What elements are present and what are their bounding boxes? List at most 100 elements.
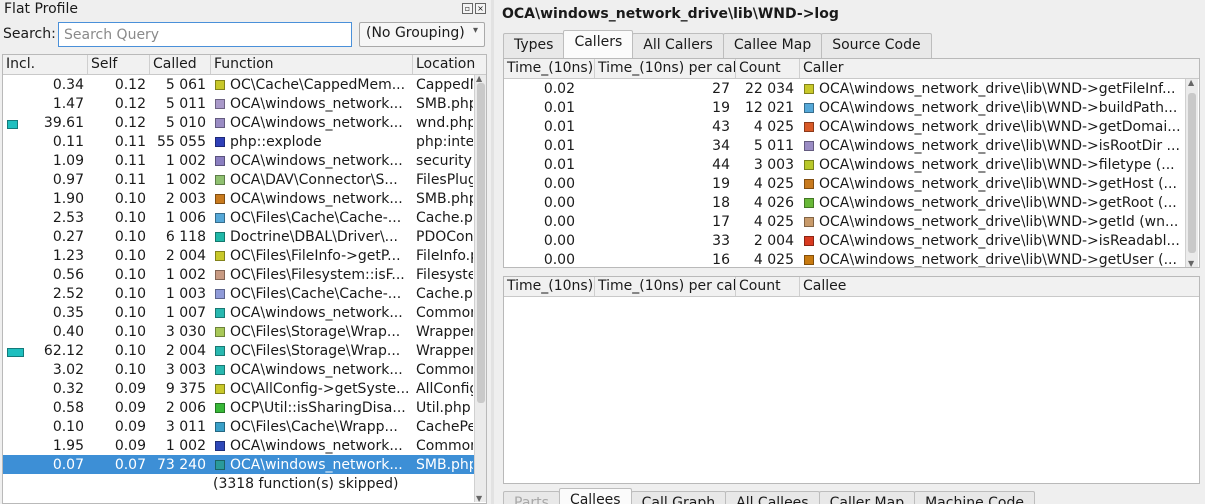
close-dock-button[interactable]: × <box>475 3 486 14</box>
table-row[interactable]: 62.12 0.10 2 004 OC\Files\Storage\Wrap... Wr… <box>3 341 486 360</box>
scroll-up-icon[interactable]: ▲ <box>476 74 482 83</box>
pane-splitter[interactable] <box>491 0 494 504</box>
time-per-call-cell: 34 <box>712 137 730 154</box>
tab-all-callees[interactable]: All Callees <box>725 491 820 504</box>
incl-cell: 0.35 <box>3 305 88 321</box>
caller-cell: OCA\windows_network_drive\lib\WND->getFi… <box>800 81 1184 97</box>
scroll-up-icon[interactable]: ▲ <box>1188 78 1194 87</box>
table-row[interactable]: 0.00 19 4 025 OCA\windows_network_drive\lib… <box>504 174 1199 193</box>
table-row[interactable]: 0.34 0.12 5 061 OC\Cache\CappedMem... Capped… <box>3 75 486 94</box>
incl-value: 1.95 <box>52 437 84 454</box>
function-cell: Doctrine\DBAL\Driver\... <box>211 229 413 245</box>
table-row[interactable]: 0.32 0.09 9 375 OC\AllConfig->getSyste... Al… <box>3 379 486 398</box>
tab-all-callers[interactable]: All Callers <box>632 33 724 58</box>
search-input[interactable] <box>58 22 352 47</box>
tab-caller-map[interactable]: Caller Map <box>818 491 916 504</box>
count-cell: 3 003 <box>753 156 794 173</box>
callers-scrollbar[interactable]: ▲ ▼ <box>1185 78 1198 268</box>
incl-cell: 1.23 <box>3 248 88 264</box>
column-header-function[interactable]: Function <box>211 55 413 74</box>
tab-types[interactable]: Types <box>503 33 565 58</box>
callers-table[interactable]: Time_(10ns) Time_(10ns) per call Count C… <box>503 58 1200 268</box>
tab-callers[interactable]: Callers <box>563 30 634 58</box>
tab-machine-code[interactable]: Machine Code <box>914 491 1035 504</box>
table-row[interactable]: 3.02 0.10 3 003 OCA\windows_network... Commo… <box>3 360 486 379</box>
column-header-self[interactable]: Self <box>88 55 150 74</box>
tab-call-graph[interactable]: Call Graph <box>630 491 727 504</box>
table-row[interactable]: 0.11 0.11 55 055 php::explode php:inte <box>3 132 486 151</box>
table-row[interactable]: 0.27 0.10 6 118 Doctrine\DBAL\Driver\... PDO… <box>3 227 486 246</box>
incl-cell: 0.97 <box>3 172 88 188</box>
table-row[interactable]: 1.23 0.10 2 004 OC\Files\FileInfo->getP... F… <box>3 246 486 265</box>
column-header-caller[interactable]: Caller <box>800 59 1185 78</box>
skipped-functions-note: (3318 function(s) skipped) <box>213 476 399 492</box>
column-header-callee[interactable]: Callee <box>800 277 1185 296</box>
column-header-time[interactable]: Time_(10ns) <box>504 59 595 78</box>
float-dock-button[interactable]: ▫ <box>462 3 473 14</box>
table-row[interactable]: 1.95 0.09 1 002 OCA\windows_network... Commo… <box>3 436 486 455</box>
color-swatch-icon <box>215 345 225 356</box>
self-cell: 0.10 <box>114 209 146 226</box>
column-header-count[interactable]: Count <box>736 277 800 296</box>
table-row[interactable]: 0.01 43 4 025 OCA\windows_network_drive\lib… <box>504 117 1199 136</box>
column-header-time[interactable]: Time_(10ns) <box>504 277 595 296</box>
flat-profile-table[interactable]: Incl. Self Called Function Location 0.34… <box>2 54 487 504</box>
time-cell: 0.01 <box>543 99 575 116</box>
incl-cell: 0.40 <box>3 324 88 340</box>
table-row[interactable]: 2.53 0.10 1 006 OC\Files\Cache\Cache-... Cac… <box>3 208 486 227</box>
tab-callees[interactable]: Callees <box>558 488 632 504</box>
incl-cell: 0.11 <box>3 134 88 150</box>
called-cell: 2 004 <box>165 247 206 264</box>
column-header-incl[interactable]: Incl. <box>3 55 88 74</box>
incl-value: 0.27 <box>52 228 84 245</box>
column-header-time-per-call[interactable]: Time_(10ns) per call <box>595 277 736 296</box>
incl-value: 0.34 <box>52 76 84 93</box>
scrollbar-thumb[interactable] <box>1188 93 1196 253</box>
table-row[interactable]: 1.90 0.10 2 003 OCA\windows_network... SMB.p… <box>3 189 486 208</box>
table-row[interactable]: 0.56 0.10 1 002 OC\Files\Filesystem::isF...… <box>3 265 486 284</box>
column-header-count[interactable]: Count <box>736 59 800 78</box>
called-cell: 2 003 <box>165 190 206 207</box>
scrollbar-thumb[interactable] <box>477 83 485 403</box>
color-swatch-icon <box>804 235 814 246</box>
grouping-select[interactable]: (No Grouping) ▾ <box>359 22 485 47</box>
table-row[interactable]: 39.61 0.12 5 010 OCA\windows_network... wnd.… <box>3 113 486 132</box>
cost-bar <box>7 347 24 357</box>
table-row[interactable]: 0.00 18 4 026 OCA\windows_network_drive\lib… <box>504 193 1199 212</box>
table-row[interactable]: 0.97 0.11 1 002 OCA\DAV\Connector\S... Files… <box>3 170 486 189</box>
table-row[interactable]: 0.01 34 5 011 OCA\windows_network_drive\lib… <box>504 136 1199 155</box>
column-header-time-per-call[interactable]: Time_(10ns) per call <box>595 59 736 78</box>
table-row[interactable]: 0.00 17 4 025 OCA\windows_network_drive\lib… <box>504 212 1199 231</box>
table-row[interactable]: 0.01 19 12 021 OCA\windows_network_drive\li… <box>504 98 1199 117</box>
self-cell: 0.10 <box>114 190 146 207</box>
tab-source-code[interactable]: Source Code <box>821 33 932 58</box>
table-row[interactable]: 0.01 44 3 003 OCA\windows_network_drive\lib… <box>504 155 1199 174</box>
tab-callee-map[interactable]: Callee Map <box>722 33 823 58</box>
table-row[interactable]: 2.52 0.10 1 003 OC\Files\Cache\Cache-... Cac… <box>3 284 486 303</box>
scroll-down-icon[interactable]: ▼ <box>1188 259 1194 268</box>
table-row[interactable]: 0.02 27 22 034 OCA\windows_network_drive\li… <box>504 79 1199 98</box>
table-row[interactable]: 0.00 33 2 004 OCA\windows_network_drive\lib… <box>504 231 1199 250</box>
dock-buttons: ▫ × <box>462 3 486 14</box>
location-cell: CappedM <box>416 76 473 93</box>
table-row[interactable]: 0.07 0.07 73 240 OCA\windows_network... SMB.… <box>3 455 486 474</box>
table-row[interactable]: 0.00 16 4 025 OCA\windows_network_drive\lib… <box>504 250 1199 268</box>
table-row[interactable]: 1.47 0.12 5 011 OCA\windows_network... SMB.p… <box>3 94 486 113</box>
table-row[interactable]: 0.58 0.09 2 006 OCP\Util::isSharingDisa... U… <box>3 398 486 417</box>
time-per-call-cell: 44 <box>712 156 730 173</box>
incl-value: 1.90 <box>52 190 84 207</box>
table-row[interactable]: 0.35 0.10 1 007 OCA\windows_network... Commo… <box>3 303 486 322</box>
column-header-called[interactable]: Called <box>150 55 211 74</box>
called-cell: 1 007 <box>165 304 206 321</box>
callees-table[interactable]: Time_(10ns) Time_(10ns) per call Count C… <box>503 276 1200 484</box>
incl-cell: 62.12 <box>3 343 88 359</box>
column-header-location[interactable]: Location <box>413 55 483 74</box>
function-name: OC\Files\Cache\Cache-... <box>230 209 402 226</box>
table-row[interactable]: 0.10 0.09 3 011 OC\Files\Cache\Wrapp... Cach… <box>3 417 486 436</box>
table-row[interactable]: 1.09 0.11 1 002 OCA\windows_network... secur… <box>3 151 486 170</box>
incl-value: 2.53 <box>52 209 84 226</box>
vertical-scrollbar[interactable]: ▲ ▼ <box>474 74 486 503</box>
table-row[interactable]: 0.40 0.10 3 030 OC\Files\Storage\Wrap... Wra… <box>3 322 486 341</box>
scroll-down-icon[interactable]: ▼ <box>476 494 482 503</box>
function-name: OCA\windows_network... <box>230 152 403 169</box>
